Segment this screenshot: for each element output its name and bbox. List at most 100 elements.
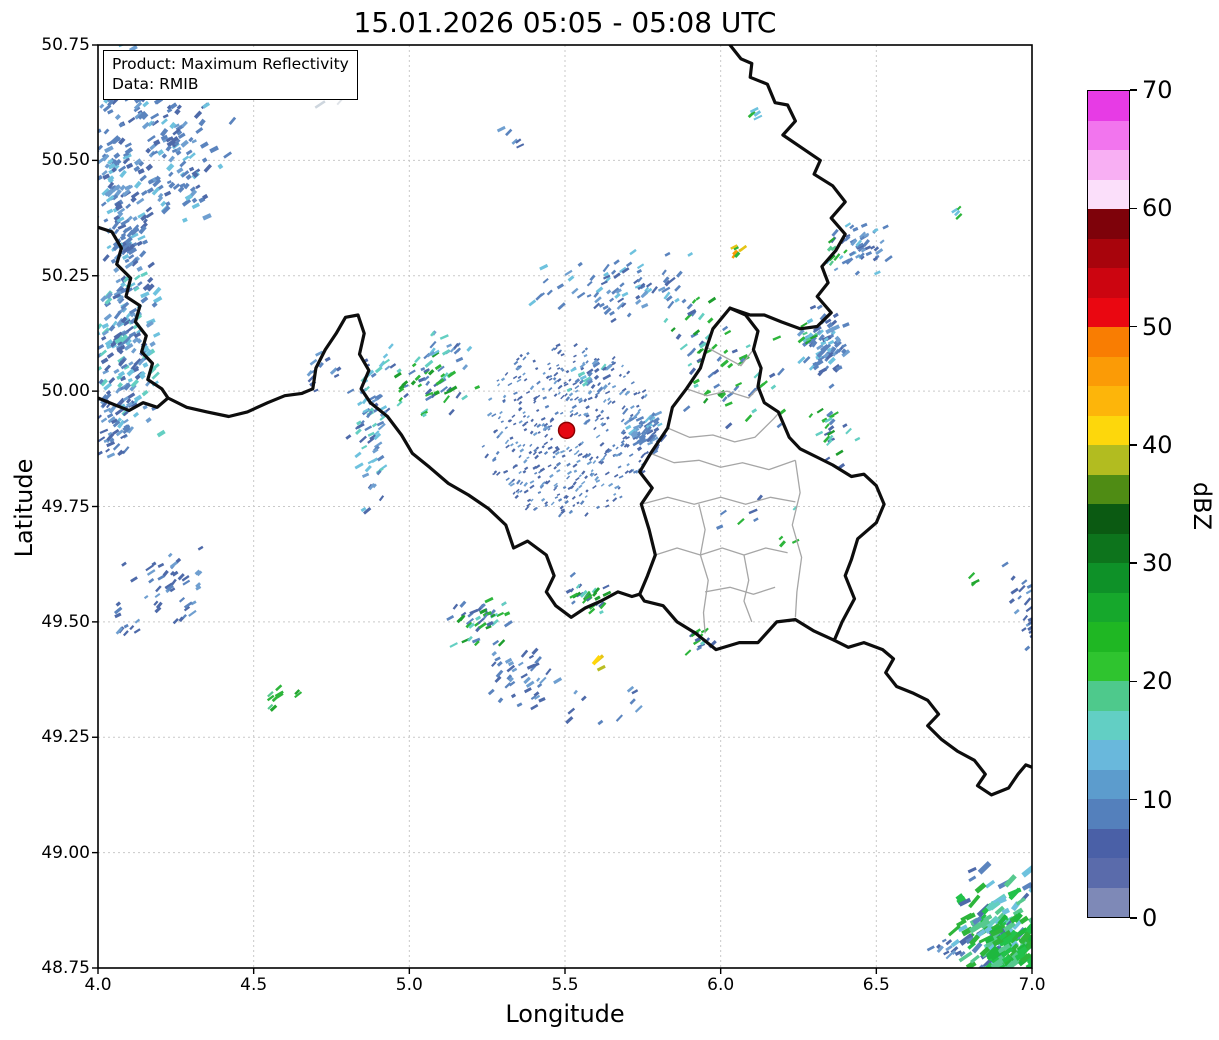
radar-echo	[106, 208, 114, 215]
colorbar-segment	[1088, 179, 1129, 209]
radar-echo	[566, 462, 571, 467]
radar-echo-cluster	[382, 348, 481, 418]
radar-echo	[137, 281, 143, 287]
radar-echo	[684, 649, 692, 656]
radar-echo	[361, 444, 368, 450]
radar-echo	[599, 442, 605, 447]
radar-echo	[969, 954, 981, 964]
colorbar-tick-mark	[1130, 207, 1137, 209]
radar-echo	[548, 366, 552, 371]
radar-echo	[169, 121, 177, 130]
radar-echo-cluster	[89, 390, 138, 459]
radar-echo	[217, 163, 224, 170]
district-border-lux-canton-4	[650, 452, 796, 471]
radar-echo	[532, 359, 536, 363]
radar-echo-cluster	[294, 689, 303, 699]
radar-echo	[724, 329, 732, 336]
radar-echo	[127, 377, 133, 383]
radar-figure: 15.01.2026 05:05 - 05:08 UTC Product: Ma…	[0, 0, 1219, 1040]
radar-echo	[203, 163, 213, 173]
colorbar-segment	[1088, 415, 1129, 445]
radar-echo	[536, 677, 541, 682]
radar-echo	[503, 611, 511, 617]
radar-echo	[513, 398, 517, 402]
radar-echo	[573, 469, 578, 473]
radar-echo	[167, 552, 173, 558]
radar-echo	[517, 444, 522, 448]
product-info-line2: Data: RMIB	[112, 75, 199, 94]
radar-echo	[577, 261, 583, 267]
radar-echo	[202, 213, 212, 221]
radar-echo	[517, 375, 522, 380]
radar-echo	[170, 578, 177, 586]
radar-echo	[123, 623, 129, 629]
radar-echo	[133, 180, 142, 189]
radar-echo	[607, 382, 611, 386]
radar-echo	[605, 428, 609, 432]
radar-echo	[619, 282, 625, 288]
radar-echo	[988, 983, 997, 992]
radar-echo	[776, 422, 783, 429]
colorbar-tick-label: 0	[1142, 904, 1158, 932]
radar-echo	[148, 578, 155, 584]
radar-echo	[371, 457, 379, 464]
radar-echo	[581, 349, 586, 354]
radar-echo	[446, 614, 455, 622]
radar-echo	[354, 462, 364, 470]
radar-echo	[870, 245, 876, 250]
radar-echo	[127, 116, 136, 124]
colorbar-segment	[1088, 740, 1129, 770]
x-tick-label: 5.0	[395, 975, 423, 995]
radar-echo	[523, 378, 528, 382]
radar-echo	[166, 107, 173, 114]
product-info-box: Product: Maximum Reflectivity Data: RMIB	[103, 50, 358, 100]
radar-echo	[618, 373, 623, 377]
radar-echo	[519, 353, 523, 358]
radar-echo	[561, 454, 566, 458]
radar-echo	[630, 381, 635, 385]
radar-echo	[663, 317, 669, 324]
radar-echo	[89, 444, 97, 450]
radar-echo	[535, 293, 544, 301]
radar-echo	[516, 143, 525, 149]
radar-echo	[403, 392, 409, 399]
radar-echo	[398, 396, 404, 403]
radar-echo	[576, 459, 581, 464]
radar-echo	[620, 418, 625, 423]
radar-echo	[564, 392, 568, 397]
radar-echo	[602, 399, 607, 403]
radar-echo	[808, 413, 814, 419]
radar-echo	[496, 661, 503, 667]
radar-echo	[626, 370, 631, 375]
radar-echo	[565, 396, 571, 402]
colorbar-tick-label: 10	[1142, 785, 1173, 814]
radar-echo	[613, 473, 619, 478]
radar-echo	[119, 184, 126, 191]
radar-echo	[573, 689, 578, 695]
radar-echo	[143, 595, 149, 600]
radar-echo	[378, 495, 385, 502]
radar-echo	[542, 371, 546, 375]
radar-echo	[687, 362, 693, 367]
radar-echo	[695, 296, 701, 301]
radar-echo	[1039, 916, 1047, 925]
radar-echo	[564, 269, 573, 277]
radar-echo	[986, 971, 999, 984]
radar-echo	[534, 471, 538, 475]
radar-echo	[103, 128, 110, 135]
radar-echo	[778, 535, 784, 541]
radar-echo	[543, 441, 549, 446]
radar-echo	[512, 375, 518, 380]
radar-echo	[566, 475, 571, 480]
radar-echo	[565, 446, 570, 451]
radar-echo	[168, 171, 174, 178]
radar-echo	[589, 274, 596, 282]
country-border-layer	[98, 45, 1032, 797]
radar-echo	[191, 197, 198, 204]
radar-echo	[132, 216, 138, 222]
radar-echo	[1008, 598, 1015, 605]
colorbar-segment	[1088, 828, 1129, 858]
y-tick-label: 49.00	[41, 842, 90, 863]
radar-echo	[697, 312, 705, 321]
radar-echo	[359, 435, 367, 444]
